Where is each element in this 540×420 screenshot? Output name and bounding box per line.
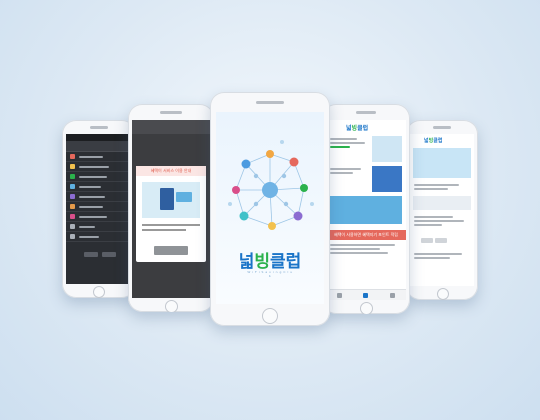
popup-screen: 혜택이 서비스 이용 안내 bbox=[132, 120, 210, 298]
phone-splash: 넓 빙 클럽 W i F i S a v i n g C l u b bbox=[210, 92, 330, 326]
status-bar bbox=[66, 134, 132, 141]
menu-tab-icon[interactable] bbox=[390, 292, 396, 298]
detail-text bbox=[410, 180, 474, 194]
menu-screen bbox=[66, 134, 132, 284]
menu-item[interactable] bbox=[66, 192, 132, 202]
splash-screen: 넓 빙 클럽 W i F i S a v i n g C l u b bbox=[216, 112, 324, 304]
promo-banner[interactable] bbox=[330, 196, 402, 224]
home-button bbox=[262, 308, 278, 324]
login-button[interactable] bbox=[84, 252, 98, 257]
bottom-tab-bar bbox=[326, 289, 406, 300]
menu-icon bbox=[70, 174, 75, 179]
menu-icon bbox=[70, 164, 75, 169]
active-tab-icon[interactable] bbox=[363, 292, 369, 298]
menu-header bbox=[66, 141, 132, 152]
detail-screen: 넓빙클럽 bbox=[410, 134, 474, 286]
products-screen: 넓빙클럽 혜택이 사용하면 혜택지기 포인트 적립 bbox=[326, 120, 406, 300]
promo-banner[interactable] bbox=[413, 148, 471, 178]
popup-text bbox=[142, 229, 186, 231]
product-item[interactable] bbox=[326, 164, 406, 194]
menu-icon bbox=[70, 234, 75, 239]
menu-item[interactable] bbox=[66, 182, 132, 192]
list-item[interactable] bbox=[326, 240, 406, 258]
menu-item[interactable] bbox=[66, 152, 132, 162]
phone-popup: 혜택이 서비스 이용 안내 bbox=[128, 104, 214, 312]
phone-illustration-icon bbox=[160, 188, 174, 210]
home-tab-icon[interactable] bbox=[336, 292, 342, 298]
menu-item[interactable] bbox=[66, 212, 132, 222]
product-item[interactable] bbox=[326, 134, 406, 164]
join-button[interactable] bbox=[102, 252, 116, 257]
popup-text bbox=[142, 224, 200, 226]
product-image bbox=[372, 136, 402, 162]
point-banner[interactable]: 혜택이 사용하면 혜택지기 포인트 적립 bbox=[326, 230, 406, 240]
menu-item[interactable] bbox=[66, 202, 132, 212]
popup-confirm-button[interactable] bbox=[154, 246, 188, 255]
phone-menu bbox=[62, 120, 136, 298]
phone-speaker bbox=[433, 126, 451, 129]
app-header: 넓빙클럽 bbox=[326, 120, 406, 134]
phone-speaker bbox=[90, 126, 108, 129]
menu-icon bbox=[70, 224, 75, 229]
menu-item[interactable] bbox=[66, 162, 132, 172]
header-logo: 넓빙클럽 bbox=[424, 137, 443, 144]
login-buttons bbox=[84, 252, 132, 257]
menu-item[interactable] bbox=[66, 222, 132, 232]
app-header: 넓빙클럽 bbox=[410, 134, 474, 146]
home-button bbox=[93, 286, 105, 298]
app-logo: 넓 빙 클럽 bbox=[238, 251, 302, 272]
phone-products: 넓빙클럽 혜택이 사용하면 혜택지기 포인트 적립 bbox=[322, 104, 410, 314]
phone-detail: 넓빙클럽 bbox=[406, 120, 478, 300]
card-illustration-icon bbox=[176, 192, 192, 202]
action-button[interactable] bbox=[435, 238, 447, 243]
menu-icon bbox=[70, 214, 75, 219]
popup-illustration bbox=[142, 182, 200, 218]
home-button bbox=[360, 302, 373, 314]
menu-item[interactable] bbox=[66, 232, 132, 242]
menu-icon bbox=[70, 194, 75, 199]
info-popup: 혜택이 서비스 이용 안내 bbox=[136, 166, 206, 262]
detail-text bbox=[410, 249, 474, 263]
phone-speaker bbox=[356, 111, 376, 114]
menu-icon bbox=[70, 184, 75, 189]
screen-header bbox=[132, 120, 210, 134]
action-button[interactable] bbox=[421, 238, 433, 243]
home-button bbox=[165, 300, 178, 312]
app-tagline: W i F i S a v i n g C l u b bbox=[247, 270, 293, 278]
menu-item[interactable] bbox=[66, 172, 132, 182]
detail-text bbox=[410, 212, 474, 230]
header-logo: 넓빙클럽 bbox=[346, 124, 369, 132]
product-image bbox=[372, 166, 402, 192]
popup-title: 혜택이 서비스 이용 안내 bbox=[136, 166, 206, 176]
info-tile bbox=[413, 196, 471, 210]
menu-icon bbox=[70, 204, 75, 209]
home-button bbox=[437, 288, 449, 300]
action-buttons bbox=[410, 230, 474, 249]
menu-icon bbox=[70, 154, 75, 159]
phone-speaker bbox=[160, 111, 182, 114]
phone-speaker bbox=[256, 101, 284, 104]
